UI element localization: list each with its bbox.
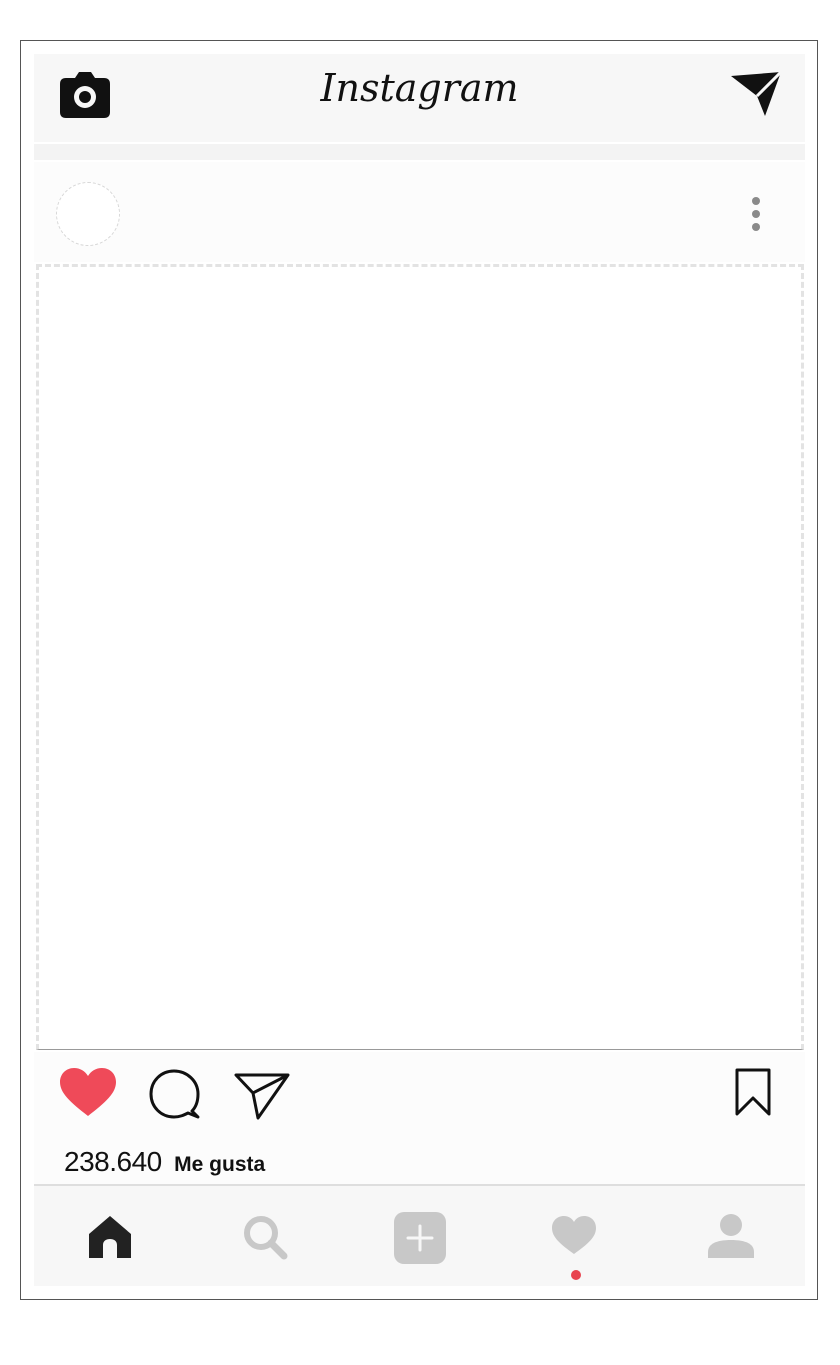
app-logo: Instagram: [320, 66, 519, 110]
search-icon[interactable]: [242, 1214, 288, 1265]
bookmark-icon[interactable]: [735, 1068, 771, 1121]
home-icon[interactable]: [88, 1214, 132, 1263]
bottom-nav: [34, 1186, 805, 1286]
post-image[interactable]: [36, 264, 804, 1050]
notification-dot: [571, 1270, 581, 1280]
activity-heart-icon[interactable]: [552, 1216, 596, 1280]
comment-icon[interactable]: [148, 1068, 200, 1125]
paper-plane-icon[interactable]: [731, 70, 783, 121]
heart-icon[interactable]: [60, 1068, 116, 1123]
likes-count: 238.640: [64, 1146, 162, 1177]
more-vertical-icon[interactable]: [751, 196, 761, 237]
likes-row[interactable]: 238.640 Me gusta: [64, 1146, 265, 1178]
post-header: [34, 162, 805, 262]
likes-label: Me gusta: [174, 1153, 266, 1176]
send-icon[interactable]: [234, 1072, 290, 1125]
avatar[interactable]: [56, 182, 120, 246]
add-icon[interactable]: [394, 1212, 446, 1269]
post-actions: 238.640 Me gusta: [34, 1052, 805, 1184]
profile-icon[interactable]: [708, 1214, 754, 1263]
top-bar: Instagram: [34, 54, 805, 142]
top-bar-divider: [34, 144, 805, 160]
